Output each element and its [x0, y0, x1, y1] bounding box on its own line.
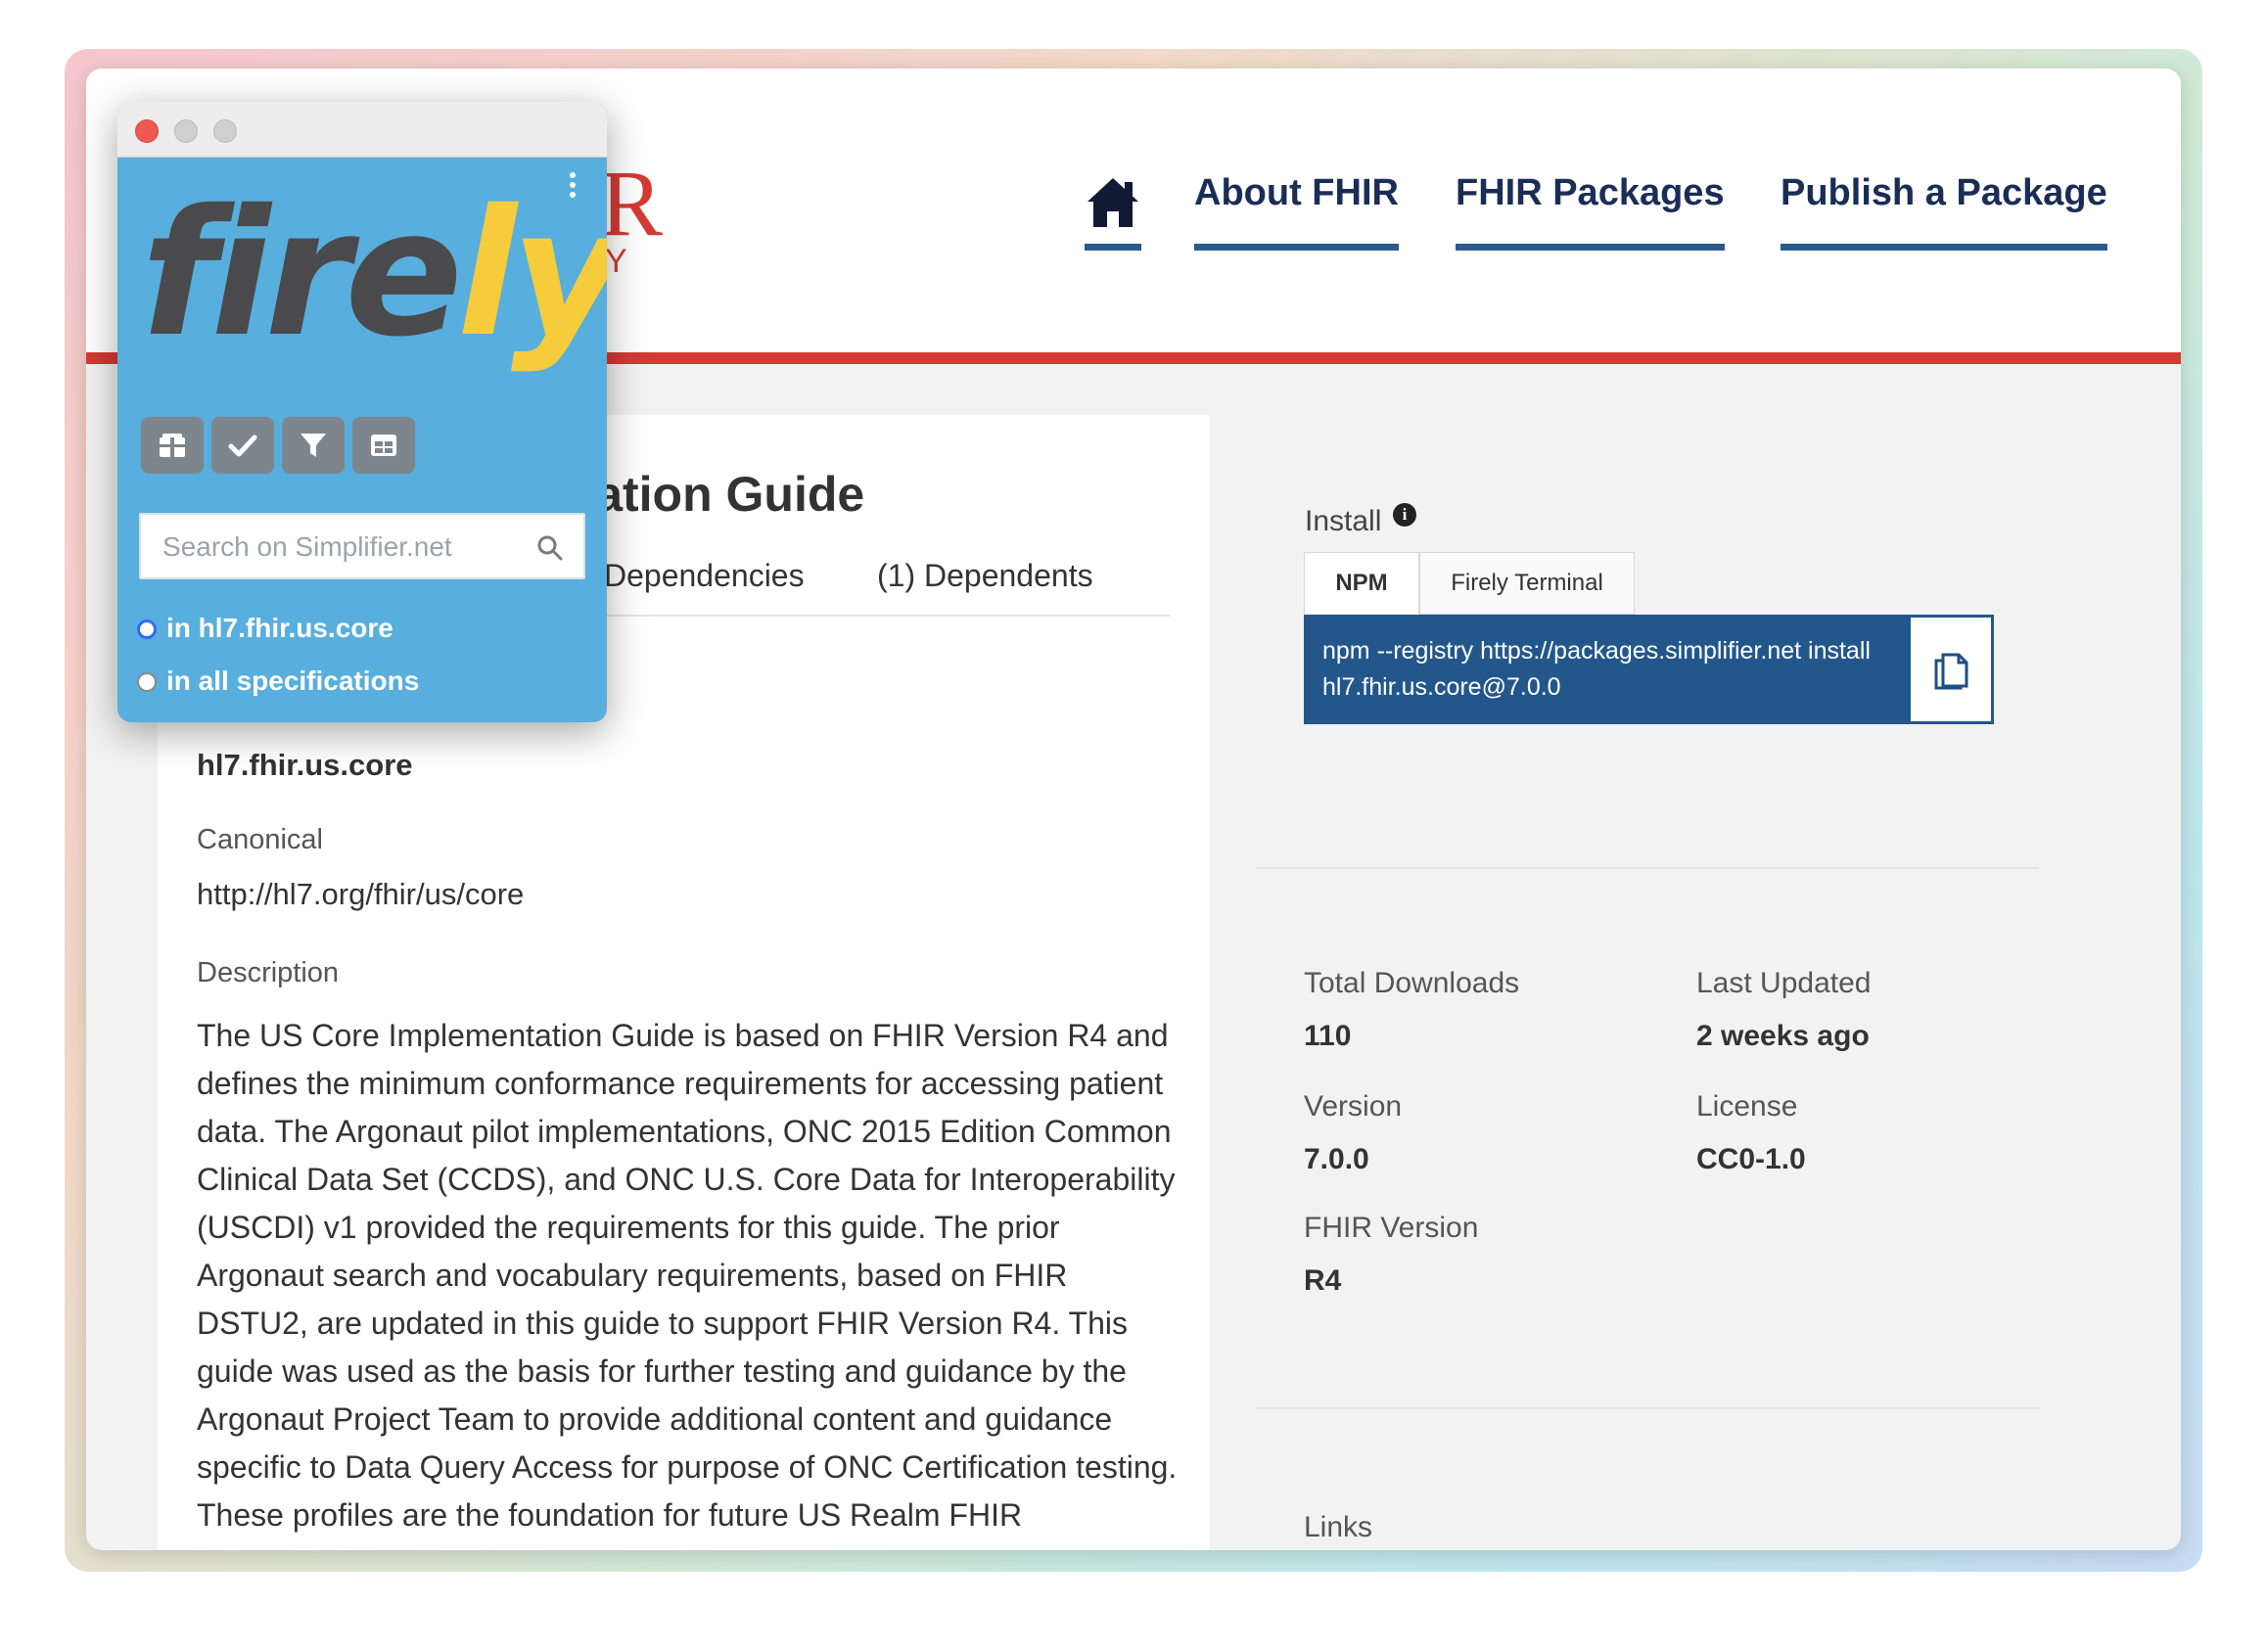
filter-button[interactable] [282, 417, 345, 474]
canonical-label: Canonical [197, 824, 323, 855]
last-updated-label: Last Updated [1696, 967, 1872, 999]
nav-fhir-packages[interactable]: FHIR Packages [1456, 172, 1725, 251]
install-tab-npm-label: NPM [1335, 570, 1388, 596]
firely-popup: firely in h [117, 102, 607, 722]
filter-icon [301, 434, 326, 457]
fhir-version-value: R4 [1304, 1264, 1342, 1297]
nav-home[interactable] [1085, 172, 1141, 251]
nav-underline [1781, 244, 2107, 251]
check-icon [228, 435, 257, 457]
canonical-url: http://hl7.org/fhir/us/core [197, 877, 525, 911]
install-label: Install [1305, 505, 1382, 537]
minimize-window-button[interactable] [174, 119, 198, 143]
install-command-text[interactable]: npm --registry https://packages.simplifi… [1322, 633, 1900, 706]
firely-logo-fire: fire [141, 172, 463, 375]
nav-underline [1085, 244, 1141, 251]
copy-button[interactable] [1911, 618, 1991, 721]
table-button[interactable] [352, 417, 415, 474]
popup-titlebar [117, 102, 607, 158]
search-icon[interactable] [536, 534, 564, 562]
description-label: Description [197, 957, 340, 988]
license-label: License [1696, 1090, 1798, 1123]
search-input[interactable] [161, 528, 517, 566]
tab-dependencies[interactable]: Dependencies [604, 558, 805, 594]
info-icon[interactable]: i [1393, 503, 1416, 527]
copy-icon [1934, 653, 1968, 690]
nav-fhir-packages-label: FHIR Packages [1456, 172, 1725, 213]
total-downloads-label: Total Downloads [1304, 967, 1520, 999]
license-value: CC0-1.0 [1696, 1143, 1806, 1175]
install-tab-firely-terminal[interactable]: Firely Terminal [1419, 552, 1635, 615]
version-value: 7.0.0 [1304, 1143, 1369, 1175]
nav-underline [1194, 244, 1399, 251]
table-icon [371, 435, 396, 456]
scope-option-current-label: in hl7.fhir.us.core [166, 613, 393, 643]
nav-about-fhir[interactable]: About FHIR [1194, 172, 1399, 251]
validate-button[interactable] [211, 417, 274, 474]
last-updated-value: 2 weeks ago [1696, 1020, 1870, 1052]
site-logo-subtitle-fragment: Y [605, 243, 629, 280]
tab-dependents[interactable]: (1) Dependents [877, 558, 1093, 594]
total-downloads-value: 110 [1304, 1020, 1352, 1052]
stats-divider [1256, 1407, 2039, 1409]
scope-option-all-label: in all specifications [166, 665, 420, 696]
firely-logo-ly: ly [456, 172, 607, 375]
scope-option-current[interactable]: in hl7.fhir.us.core [137, 613, 393, 644]
fhir-version-label: FHIR Version [1304, 1212, 1479, 1244]
install-command-box: npm --registry https://packages.simplifi… [1304, 615, 1994, 724]
packages-button[interactable] [141, 417, 204, 474]
nav-about-fhir-label: About FHIR [1194, 172, 1399, 213]
close-window-button[interactable] [135, 119, 159, 143]
nav-publish-package-label: Publish a Package [1781, 172, 2107, 213]
package-name: hl7.fhir.us.core [197, 748, 413, 782]
scope-option-all[interactable]: in all specifications [137, 665, 419, 697]
install-tab-npm[interactable]: NPM [1304, 552, 1419, 615]
scope-radio-current[interactable] [137, 620, 157, 639]
description-text: The US Core Implementation Guide is base… [197, 1018, 1178, 1550]
nav-underline [1456, 244, 1725, 251]
zoom-window-button[interactable] [213, 119, 237, 143]
install-tab-firely-terminal-label: Firely Terminal [1451, 570, 1603, 596]
simplifier-search [139, 513, 585, 579]
install-divider [1256, 867, 2039, 869]
home-icon [1087, 178, 1138, 227]
firely-logo: firely [141, 172, 607, 375]
scope-radio-all[interactable] [137, 672, 157, 692]
links-label: Links [1304, 1511, 1373, 1543]
version-label: Version [1304, 1090, 1403, 1123]
nav-publish-package[interactable]: Publish a Package [1781, 172, 2107, 251]
site-logo-fragment[interactable]: R [600, 149, 663, 257]
package-icon [160, 434, 185, 457]
